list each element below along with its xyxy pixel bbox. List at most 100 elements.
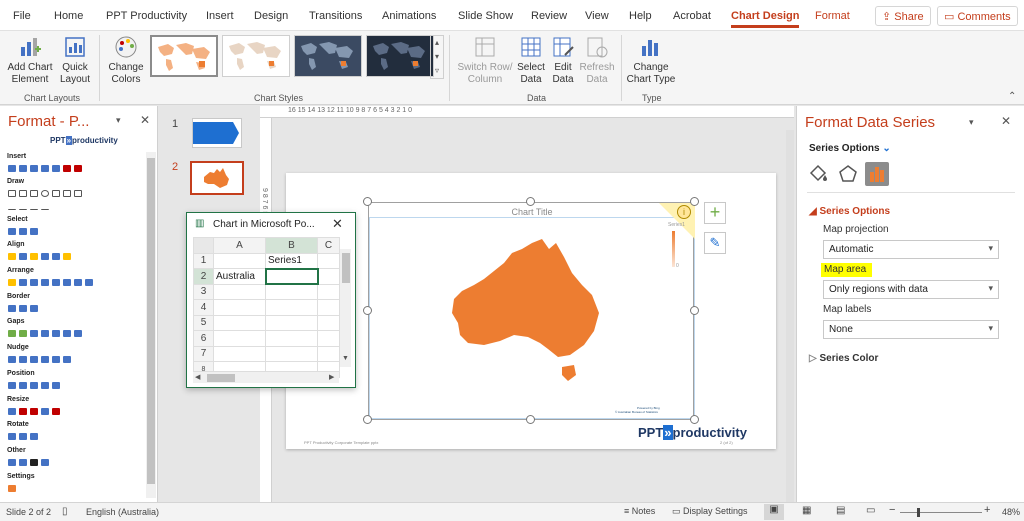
cell[interactable] (213, 283, 266, 300)
slide-thumb-1[interactable] (192, 118, 242, 148)
tab-ppt-productivity[interactable]: PPT Productivity (106, 10, 187, 22)
resize-handle-sw[interactable] (363, 415, 372, 424)
active-cell[interactable] (264, 267, 319, 285)
resize-handle-w[interactable] (363, 306, 372, 315)
resize-handle-e[interactable] (690, 306, 699, 315)
chart-styles-scroller[interactable]: ▴ ▾ ▿ (430, 35, 444, 79)
more-icon[interactable]: ▿ (431, 64, 443, 78)
tab-view[interactable]: View (585, 10, 609, 22)
cell[interactable] (317, 330, 340, 347)
pane-options-icon[interactable]: ▾ (969, 117, 974, 128)
resize-handle-se[interactable] (690, 415, 699, 424)
edit-data-button[interactable]: Edit Data (547, 35, 579, 86)
data-vertical-scrollbar[interactable]: ▼ (339, 249, 351, 367)
chart-style-thumb-2[interactable] (222, 35, 290, 77)
column-header[interactable]: C (317, 237, 340, 254)
map-area-select[interactable]: Only regions with data (823, 280, 999, 299)
scroll-left-icon[interactable]: ◀ (195, 373, 200, 381)
row-header[interactable]: 3 (193, 283, 214, 300)
comments-button[interactable]: ▭ Comments (937, 6, 1018, 26)
resize-handle-s[interactable] (526, 415, 535, 424)
close-icon[interactable]: ✕ (1001, 114, 1011, 128)
slide-thumb-2[interactable] (190, 161, 244, 195)
zoom-in-icon[interactable]: + (984, 504, 990, 516)
display-settings-button[interactable]: ▭ Display Settings (672, 506, 748, 517)
tab-file[interactable]: File (13, 10, 31, 22)
zoom-level[interactable]: 48% (1002, 507, 1020, 517)
column-header[interactable]: A (213, 237, 266, 254)
tab-chart-design[interactable]: Chart Design (731, 10, 800, 28)
scroll-right-icon[interactable]: ▶ (329, 373, 334, 381)
collapse-ribbon-icon[interactable]: ⌃ (1008, 91, 1016, 102)
cell[interactable] (265, 330, 318, 347)
rotate-tools[interactable] (8, 432, 38, 441)
tab-home[interactable]: Home (54, 10, 83, 22)
zoom-out-icon[interactable]: − (889, 504, 895, 516)
data-horizontal-scrollbar[interactable]: ◀ ▶ (193, 371, 339, 383)
cell[interactable] (265, 299, 318, 316)
select-all-cell[interactable] (193, 237, 214, 254)
info-icon[interactable]: i (677, 205, 691, 219)
quick-layout-button[interactable]: Quick Layout (56, 35, 94, 86)
reading-view-icon[interactable]: ▤ (836, 505, 845, 516)
cell[interactable]: Series1 (265, 252, 318, 269)
scrollbar-thumb[interactable] (147, 158, 155, 484)
insert-tools[interactable] (8, 164, 82, 173)
close-icon[interactable]: ✕ (140, 113, 150, 127)
refresh-data-button[interactable]: Refresh Data (579, 35, 615, 86)
cell[interactable] (317, 252, 340, 269)
chart-styles-button[interactable]: ✎ (704, 232, 726, 254)
chart-style-thumb-1[interactable] (150, 35, 218, 77)
row-header[interactable]: 5 (193, 314, 214, 331)
row-header[interactable]: 2 (193, 268, 214, 285)
cell[interactable] (265, 314, 318, 331)
select-data-button[interactable]: Select Data (515, 35, 547, 86)
chart-elements-button[interactable]: + (704, 202, 726, 224)
change-colors-button[interactable]: Change Colors (104, 35, 148, 86)
chevron-up-icon[interactable]: ▴ (431, 36, 443, 50)
zoom-slider-thumb[interactable] (917, 508, 920, 517)
cell[interactable] (317, 314, 340, 331)
row-header[interactable]: 4 (193, 299, 214, 316)
chart-title[interactable]: Chart Title (369, 207, 695, 217)
column-header[interactable]: B (265, 237, 318, 254)
cell[interactable] (317, 283, 340, 300)
cell[interactable] (213, 252, 266, 269)
series-options-icon[interactable] (865, 162, 889, 186)
resize-handle-n[interactable] (526, 197, 535, 206)
cell[interactable] (317, 268, 340, 285)
resize-tools[interactable] (8, 407, 60, 416)
slideshow-icon[interactable]: ▭ (866, 505, 875, 516)
fill-line-icon[interactable] (807, 163, 831, 187)
tab-slide-show[interactable]: Slide Show (458, 10, 513, 22)
chart-style-thumb-3[interactable] (294, 35, 362, 77)
zoom-slider[interactable] (900, 512, 982, 513)
draw-tools[interactable] (8, 189, 82, 198)
arrange-tools[interactable] (8, 278, 93, 287)
cell[interactable] (317, 299, 340, 316)
cell[interactable] (213, 314, 266, 331)
share-button[interactable]: ⇪ Share (875, 6, 931, 26)
align-tools[interactable] (8, 252, 71, 261)
spellcheck-icon[interactable]: ▯ (62, 506, 68, 517)
gaps-tools[interactable] (8, 329, 82, 338)
tab-help[interactable]: Help (629, 10, 652, 22)
tab-transitions[interactable]: Transitions (309, 10, 362, 22)
tab-insert[interactable]: Insert (206, 10, 234, 22)
tab-acrobat[interactable]: Acrobat (673, 10, 711, 22)
row-header[interactable]: 6 (193, 330, 214, 347)
draw-tools-2[interactable] (8, 202, 49, 211)
tab-animations[interactable]: Animations (382, 10, 436, 22)
chevron-down-icon[interactable]: ▾ (431, 50, 443, 64)
border-tools[interactable] (8, 304, 38, 313)
slide-sorter-icon[interactable]: ▦ (802, 505, 811, 516)
series-color-section[interactable]: ▷ Series Color (809, 353, 878, 364)
resize-handle-nw[interactable] (363, 197, 372, 206)
select-tools[interactable] (8, 227, 38, 236)
resize-handle-ne[interactable] (690, 197, 699, 206)
map-projection-select[interactable]: Automatic (823, 240, 999, 259)
row-header[interactable]: 7 (193, 345, 214, 362)
notes-button[interactable]: ≡ Notes (624, 506, 655, 516)
format-pane-scrollbar[interactable] (146, 152, 156, 498)
cell[interactable]: Australia (213, 268, 266, 285)
